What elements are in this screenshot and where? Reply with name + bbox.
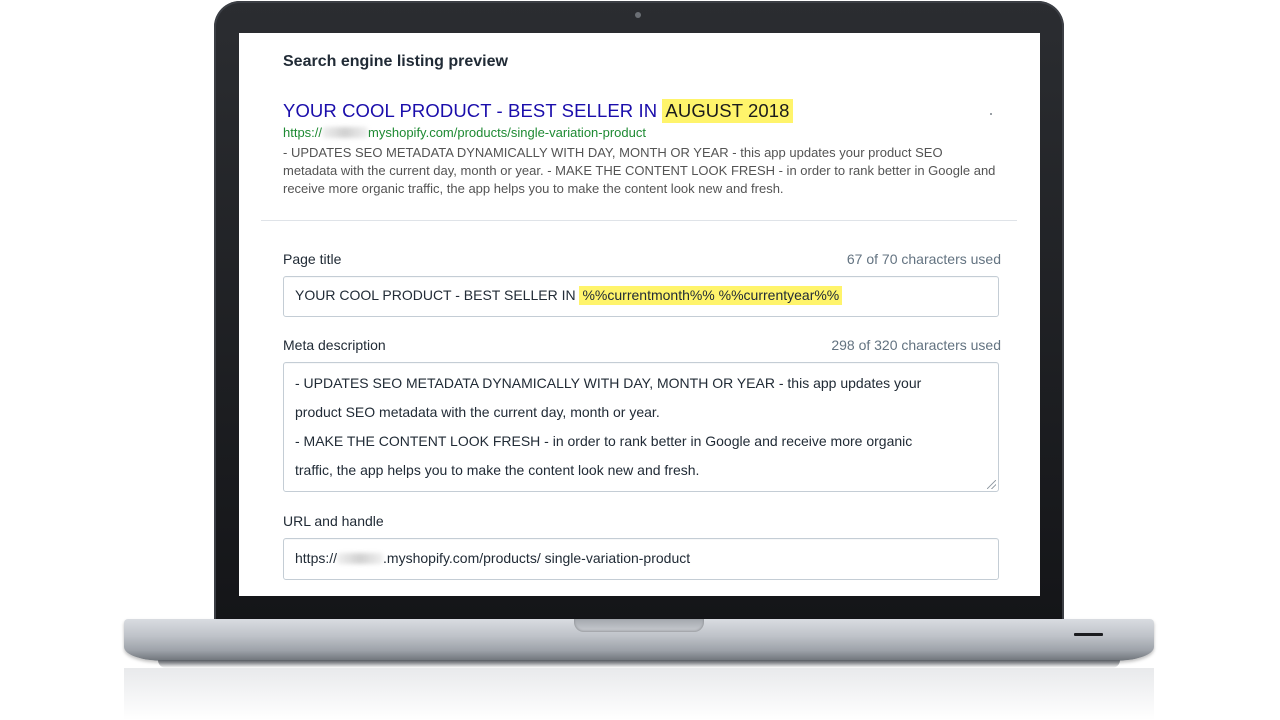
- serp-more-dot: [990, 113, 992, 115]
- serp-title[interactable]: YOUR COOL PRODUCT - BEST SELLER IN AUGUS…: [283, 99, 793, 123]
- meta-description-line: traffic, the app helps you to make the c…: [295, 462, 700, 478]
- serp-title-highlight: AUGUST 2018: [662, 99, 793, 123]
- page-title-label: Page title: [283, 251, 342, 267]
- laptop-base-shadow: [158, 660, 1120, 668]
- serp-description: - UPDATES SEO METADATA DYNAMICALLY WITH …: [283, 145, 996, 196]
- page-title-input[interactable]: YOUR COOL PRODUCT - BEST SELLER IN %%cur…: [283, 276, 999, 317]
- laptop-opening-notch: [574, 619, 704, 632]
- page-title-variables-highlight: %%currentmonth%% %%currentyear%%: [579, 286, 843, 305]
- meta-description-line: - UPDATES SEO METADATA DYNAMICALLY WITH …: [295, 375, 922, 391]
- page-title-count: 67 of 70 characters used: [846, 251, 1001, 267]
- meta-description-count: 298 of 320 characters used: [831, 337, 1001, 353]
- serp-url-suffix: myshopify.com/products/single-variation-…: [368, 125, 646, 140]
- meta-description-line: - MAKE THE CONTENT LOOK FRESH - in order…: [295, 433, 913, 449]
- meta-description-textarea[interactable]: - UPDATES SEO METADATA DYNAMICALLY WITH …: [283, 362, 999, 492]
- url-handle-input[interactable]: https:// .myshopify.com/products/ single-…: [283, 538, 999, 580]
- serp-title-text: YOUR COOL PRODUCT - BEST SELLER IN: [283, 100, 663, 121]
- url-handle-label: URL and handle: [283, 513, 384, 529]
- section-divider: [261, 220, 1017, 221]
- redacted-store-name: [337, 553, 384, 564]
- laptop-screen: Search engine listing preview YOUR COOL …: [239, 33, 1040, 596]
- serp-url: https:// myshopify.com/products/single-va…: [283, 125, 646, 140]
- url-handle-suffix: .myshopify.com/products/ single-variatio…: [383, 550, 691, 566]
- url-handle-prefix: https://: [295, 550, 338, 566]
- resize-handle-icon[interactable]: [987, 480, 996, 489]
- redacted-store-name: [322, 127, 369, 138]
- meta-description-line: product SEO metadata with the current da…: [295, 404, 660, 420]
- laptop-reflection: [124, 668, 1154, 720]
- preview-heading: Search engine listing preview: [283, 53, 508, 70]
- serp-url-prefix: https://: [283, 125, 323, 140]
- meta-description-label: Meta description: [283, 337, 386, 353]
- camera-icon: [635, 12, 641, 18]
- laptop-sleep-indicator: [1074, 633, 1103, 636]
- page-title-input-text: YOUR COOL PRODUCT - BEST SELLER IN: [295, 287, 580, 303]
